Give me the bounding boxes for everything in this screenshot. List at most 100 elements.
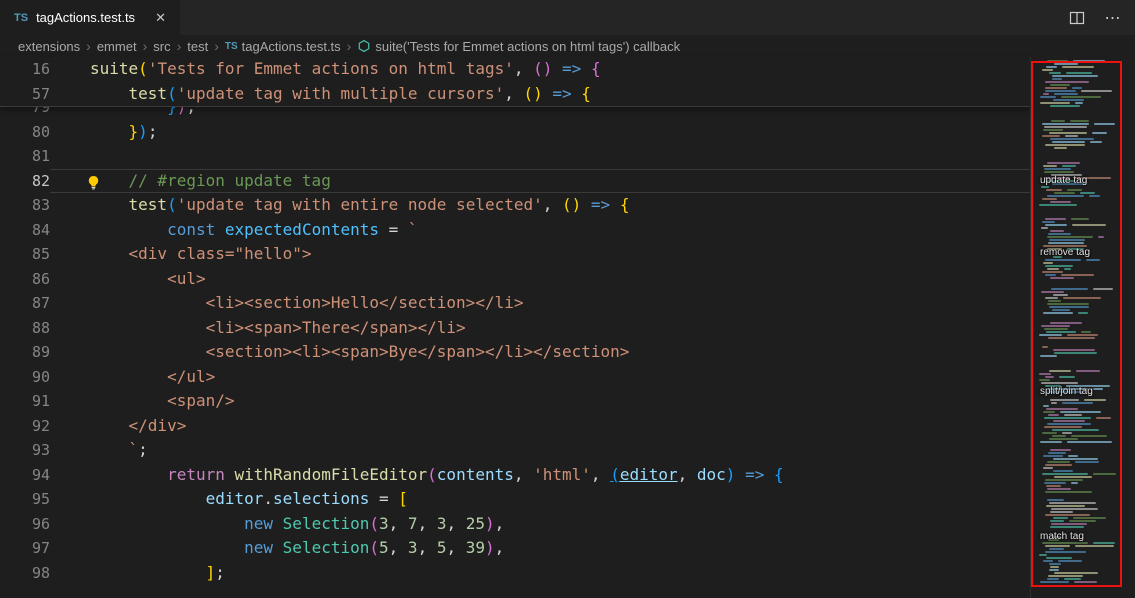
minimap-line bbox=[1066, 72, 1092, 74]
line-number[interactable]: 94 bbox=[0, 463, 50, 488]
minimap-line bbox=[1045, 551, 1086, 553]
close-icon[interactable]: ✕ bbox=[155, 10, 166, 26]
breadcrumb-item[interactable]: extensions bbox=[18, 39, 80, 54]
minimap-line bbox=[1090, 141, 1102, 143]
glyph-margin bbox=[50, 536, 90, 561]
minimap-line bbox=[1053, 99, 1084, 101]
minimap-line bbox=[1039, 554, 1047, 556]
code-line[interactable]: 98 ]; bbox=[0, 561, 1030, 586]
line-number[interactable]: 85 bbox=[0, 242, 50, 267]
line-number[interactable]: 95 bbox=[0, 487, 50, 512]
minimap-line bbox=[1041, 291, 1064, 293]
line-number[interactable]: 90 bbox=[0, 365, 50, 390]
sticky-scroll[interactable]: 16suite('Tests for Emmet actions on html… bbox=[0, 57, 1030, 107]
line-number[interactable]: 88 bbox=[0, 316, 50, 341]
minimap-line bbox=[1052, 309, 1070, 311]
code-line[interactable]: 82 // #region update tag bbox=[0, 169, 1030, 194]
line-number[interactable]: 80 bbox=[0, 120, 50, 145]
minimap-line bbox=[1045, 224, 1067, 226]
minimap-line bbox=[1040, 441, 1062, 443]
minimap-line bbox=[1045, 491, 1092, 493]
minimap-line bbox=[1046, 505, 1085, 507]
code-line[interactable]: 84 const expectedContents = ` bbox=[0, 218, 1030, 243]
minimap-line bbox=[1050, 322, 1082, 324]
code-line[interactable]: 79 }); bbox=[0, 107, 1030, 120]
breadcrumb-item[interactable]: suite('Tests for Emmet actions on html t… bbox=[357, 39, 680, 54]
code-line[interactable]: 93 `; bbox=[0, 438, 1030, 463]
code-text: editor.selections = [ bbox=[90, 487, 408, 512]
code-line[interactable]: 94 return withRandomFileEditor(contents,… bbox=[0, 463, 1030, 488]
minimap-line bbox=[1072, 224, 1106, 226]
code-line[interactable]: 81 bbox=[0, 144, 1030, 169]
minimap-line bbox=[1050, 511, 1073, 513]
breadcrumb-item[interactable]: test bbox=[187, 39, 208, 54]
minimap-line bbox=[1044, 417, 1091, 419]
minimap-line bbox=[1042, 69, 1053, 71]
line-number[interactable]: 89 bbox=[0, 340, 50, 365]
line-number[interactable]: 91 bbox=[0, 389, 50, 414]
minimap-line bbox=[1053, 420, 1085, 422]
tab-tagactions-test[interactable]: TS tagActions.test.ts ✕ bbox=[0, 0, 180, 35]
code-line[interactable]: 88 <li><span>There</span></li> bbox=[0, 316, 1030, 341]
minimap-line bbox=[1059, 376, 1075, 378]
code-text: `; bbox=[90, 438, 148, 463]
line-number[interactable]: 57 bbox=[0, 82, 50, 107]
minimap-line bbox=[1042, 271, 1063, 273]
code-line[interactable]: 87 <li><section>Hello</section></li> bbox=[0, 291, 1030, 316]
breadcrumb-item[interactable]: emmet bbox=[97, 39, 137, 54]
symbol-callback-icon bbox=[357, 39, 371, 54]
code-line[interactable]: 83 test('update tag with entire node sel… bbox=[0, 193, 1030, 218]
code-line[interactable]: 95 editor.selections = [ bbox=[0, 487, 1030, 512]
minimap-line bbox=[1042, 432, 1057, 434]
line-number[interactable]: 82 bbox=[0, 169, 50, 194]
minimap-line bbox=[1075, 102, 1083, 104]
line-number[interactable]: 97 bbox=[0, 536, 50, 561]
line-number[interactable]: 92 bbox=[0, 414, 50, 439]
minimap-line bbox=[1044, 426, 1082, 428]
breadcrumb: extensions›emmet›src›test›TStagActions.t… bbox=[0, 35, 1135, 57]
glyph-margin bbox=[50, 438, 90, 463]
code-line[interactable]: 89 <section><li><span>Bye</span></li></s… bbox=[0, 340, 1030, 365]
line-number[interactable]: 16 bbox=[0, 57, 50, 82]
minimap-line bbox=[1048, 575, 1083, 577]
minimap-line bbox=[1045, 259, 1081, 261]
minimap-line bbox=[1046, 408, 1078, 410]
editor-lines[interactable]: 79 });80 });8182 // #region update tag83… bbox=[0, 107, 1030, 598]
minimap-line bbox=[1048, 300, 1061, 302]
breadcrumb-item[interactable]: src bbox=[153, 39, 170, 54]
code-editor[interactable]: 16suite('Tests for Emmet actions on html… bbox=[0, 57, 1030, 598]
line-number[interactable]: 87 bbox=[0, 291, 50, 316]
code-line[interactable]: 91 <span/> bbox=[0, 389, 1030, 414]
minimap-line bbox=[1064, 414, 1082, 416]
code-line[interactable]: 16suite('Tests for Emmet actions on html… bbox=[0, 57, 1030, 82]
minimap-line bbox=[1049, 239, 1085, 241]
code-text: // #region update tag bbox=[90, 169, 331, 194]
line-number[interactable]: 83 bbox=[0, 193, 50, 218]
code-line[interactable]: 57 test('update tag with multiple cursor… bbox=[0, 82, 1030, 107]
line-number[interactable]: 93 bbox=[0, 438, 50, 463]
code-line[interactable]: 85 <div class="hello"> bbox=[0, 242, 1030, 267]
code-line[interactable]: 97 new Selection(5, 3, 5, 39), bbox=[0, 536, 1030, 561]
minimap-line bbox=[1040, 96, 1056, 98]
split-editor-icon[interactable] bbox=[1067, 8, 1087, 28]
minimap-line bbox=[1039, 379, 1050, 381]
code-line[interactable]: 90 </ul> bbox=[0, 365, 1030, 390]
line-number[interactable]: 79 bbox=[0, 107, 50, 120]
code-text: }); bbox=[90, 107, 196, 120]
minimap-line bbox=[1054, 93, 1078, 95]
minimap[interactable]: update tagremove tagsplit/join tagmatch … bbox=[1036, 57, 1122, 598]
line-number[interactable]: 84 bbox=[0, 218, 50, 243]
line-number[interactable]: 81 bbox=[0, 144, 50, 169]
breadcrumb-item[interactable]: TStagActions.test.ts bbox=[225, 39, 341, 54]
more-actions-icon[interactable]: ⋯ bbox=[1103, 8, 1123, 28]
code-line[interactable]: 86 <ul> bbox=[0, 267, 1030, 292]
breadcrumb-separator-icon: › bbox=[85, 38, 92, 54]
minimap-line bbox=[1049, 569, 1059, 571]
code-line[interactable]: 96 new Selection(3, 7, 3, 25), bbox=[0, 512, 1030, 537]
line-number[interactable]: 98 bbox=[0, 561, 50, 586]
code-line[interactable]: 80 }); bbox=[0, 120, 1030, 145]
minimap-line bbox=[1064, 268, 1071, 270]
line-number[interactable]: 86 bbox=[0, 267, 50, 292]
line-number[interactable]: 96 bbox=[0, 512, 50, 537]
code-line[interactable]: 92 </div> bbox=[0, 414, 1030, 439]
